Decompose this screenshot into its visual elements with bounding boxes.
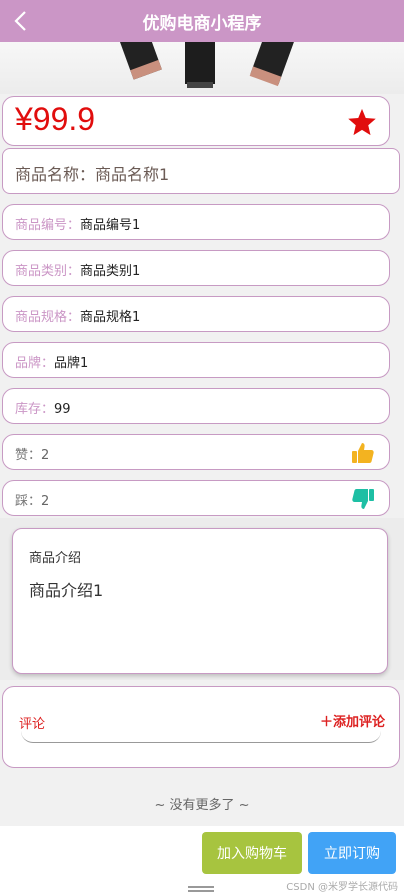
- like-label: 赞：: [15, 448, 42, 463]
- field-product-spec: 商品规格：商品规格1: [2, 296, 390, 332]
- intro-card: 商品介绍 商品介绍1: [12, 528, 388, 674]
- field-label: 商品规格：: [15, 310, 81, 325]
- watermark: CSDN @米罗学长源代码: [286, 882, 398, 893]
- product-price: ¥99.9: [15, 101, 96, 137]
- product-name-value: 商品名称1: [95, 165, 170, 184]
- product-name-label: 商品名称：: [15, 165, 96, 184]
- dislike-count: 2: [41, 494, 50, 509]
- price-card: ¥99.9: [2, 96, 390, 146]
- intro-heading: 商品介绍: [29, 551, 82, 566]
- intro-content: 商品介绍1: [29, 581, 104, 600]
- field-product-code: 商品编号：商品编号1: [2, 204, 390, 240]
- star-icon[interactable]: [347, 107, 377, 137]
- product-image: [0, 42, 404, 94]
- comment-card: 评论 ＋添加评论: [2, 686, 400, 768]
- field-value: 商品编号1: [80, 218, 141, 233]
- dislike-row: 踩：2: [2, 480, 390, 516]
- comment-divider: [21, 731, 381, 743]
- bottom-action-bar: 加入购物车 立即订购 CSDN @米罗学长源代码: [0, 826, 404, 896]
- field-value: 品牌1: [54, 356, 89, 371]
- field-value: 99: [54, 402, 71, 417]
- field-product-category: 商品类别：商品类别1: [2, 250, 390, 286]
- page-title: 优购电商小程序: [142, 13, 262, 34]
- drag-handle[interactable]: [188, 886, 214, 892]
- product-image-graphic: [113, 42, 298, 88]
- add-to-cart-button[interactable]: 加入购物车: [202, 832, 302, 874]
- comment-heading: 评论: [19, 717, 46, 732]
- thumbs-down-icon[interactable]: [351, 487, 375, 511]
- field-label: 品牌：: [15, 356, 55, 371]
- no-more-text: ~ 没有更多了 ~: [154, 798, 250, 813]
- nav-bar: 优购电商小程序: [0, 0, 404, 42]
- field-value: 商品类别1: [80, 264, 141, 279]
- field-value: 商品规格1: [80, 310, 141, 325]
- field-label: 商品编号：: [15, 218, 81, 233]
- product-name-card: 商品名称：商品名称1: [2, 148, 400, 194]
- buy-now-button[interactable]: 立即订购: [308, 832, 396, 874]
- field-label: 商品类别：: [15, 264, 81, 279]
- like-count: 2: [41, 448, 50, 463]
- like-row: 赞：2: [2, 434, 390, 470]
- thumbs-up-icon[interactable]: [351, 441, 375, 465]
- field-brand: 品牌：品牌1: [2, 342, 390, 378]
- field-stock: 库存：99: [2, 388, 390, 424]
- field-label: 库存：: [15, 402, 55, 417]
- dislike-label: 踩：: [15, 494, 42, 509]
- add-comment-button[interactable]: ＋添加评论: [320, 711, 385, 730]
- chevron-left-icon[interactable]: [10, 7, 34, 35]
